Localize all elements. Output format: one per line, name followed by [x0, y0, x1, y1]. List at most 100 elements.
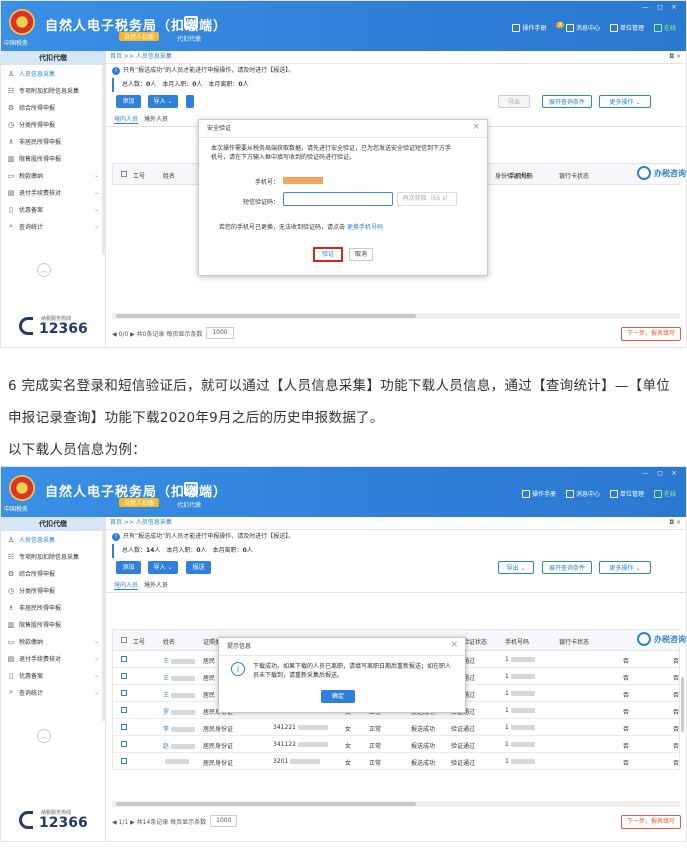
sidebar-item[interactable]: ♙ 人员信息采集 [1, 531, 105, 548]
help-link[interactable]: 操作手册 [521, 489, 556, 498]
sidebar-item[interactable]: ▯ 优惠备案 ⌄ [1, 201, 105, 218]
col-header-phone[interactable]: 手机号码 [505, 637, 529, 646]
add-button[interactable]: 添加 [116, 561, 141, 574]
consult-button[interactable]: 办税咨询 [637, 165, 686, 181]
window-controls[interactable]: — ◻ × [642, 469, 680, 477]
row-checkbox[interactable] [121, 673, 127, 681]
cancel-button[interactable]: 取消 [349, 248, 373, 261]
change-phone-link[interactable]: 更换手机号码 [347, 224, 383, 231]
sidebar-item[interactable]: ☷ 专项附加扣除信息采集 [1, 82, 105, 99]
help-link[interactable]: 操作手册 [512, 23, 546, 32]
sidebar-scroll-up-icon[interactable]: ︿ [37, 729, 51, 743]
row-checkbox[interactable] [121, 724, 127, 732]
messages-link[interactable]: 2 消息中心 [556, 21, 600, 32]
vertical-scrollbar[interactable] [681, 677, 684, 732]
ok-button[interactable]: 确定 [321, 690, 355, 703]
sidebar-item[interactable]: ▥ 限售股所得申报 [1, 616, 105, 633]
sidebar-item[interactable]: ▭ 税款缴纳 ⌄ [1, 633, 105, 650]
unit-management-link[interactable]: 单位管理 [609, 23, 644, 32]
sidebar-scroll-up-icon[interactable]: ︿ [37, 263, 51, 277]
cell-name[interactable]: 赵 [163, 741, 196, 750]
sidebar-item[interactable]: ♗ 非居民所得申报 [1, 133, 105, 150]
page-size-input[interactable]: 1000 [210, 815, 238, 827]
sidebar-item[interactable]: ☷ 专项附加扣除信息采集 [1, 548, 105, 565]
messages-link[interactable]: 消息中心 [565, 489, 600, 498]
table-row[interactable]: 居民身份证 3201 女 正常 报送成功 验证通过 1 否 否 [112, 753, 680, 770]
unit-management-link[interactable]: 单位管理 [609, 489, 644, 498]
breadcrumb-text[interactable]: 首页 >> 人员信息采集 [110, 519, 172, 526]
col-header-bankcard[interactable]: 银行卡状态 [559, 637, 589, 646]
import-button[interactable]: 导入 ⌄ [148, 95, 178, 108]
next-step-button[interactable]: 下一步，报表填写 [620, 327, 681, 341]
export-button[interactable]: 导出 ⌄ [498, 561, 534, 574]
close-icon[interactable]: × [472, 122, 480, 132]
report-button[interactable] [186, 95, 194, 108]
cell-name[interactable]: 王 [163, 656, 196, 665]
select-all-checkbox[interactable] [121, 637, 127, 645]
sidebar-item[interactable]: ⚙ 综合所得申报 [1, 99, 105, 116]
tab-controls[interactable]: ◘ × [669, 51, 681, 63]
resend-code-button[interactable]: 再次获取（55 s） [397, 192, 457, 206]
cell-name[interactable] [163, 758, 189, 765]
online-status[interactable]: 在线 [653, 23, 676, 32]
cell-name[interactable]: 王 [163, 690, 196, 699]
col-header-name[interactable]: 姓名 [163, 171, 175, 180]
sidebar-item[interactable]: ⌕ 查询统计 ⌄ [1, 684, 105, 701]
cell-name[interactable]: 李 [163, 724, 196, 733]
sidebar-item[interactable]: ◷ 分类所得申报 [1, 116, 105, 133]
table-row[interactable]: 李 居民身份证 341221 女 正常 报送成功 验证通过 1 否 否 [112, 719, 680, 736]
sidebar-item[interactable]: ▤ 退付手续费核对 ⌄ [1, 650, 105, 667]
horizontal-scrollbar[interactable] [112, 801, 680, 807]
sms-code-input[interactable] [283, 192, 393, 206]
more-ops-button[interactable]: 更多操作 ⌄ [599, 95, 651, 108]
close-icon[interactable]: × [450, 640, 458, 650]
tab-domestic[interactable]: 境内人员 [114, 114, 139, 124]
online-status[interactable]: 在线 [653, 489, 676, 498]
sidebar-scrollbar[interactable] [102, 531, 105, 721]
col-header-id[interactable]: 工号 [133, 637, 145, 646]
page-size-input[interactable]: 1000 [206, 327, 234, 339]
select-all-checkbox[interactable] [121, 171, 127, 179]
row-checkbox[interactable] [121, 707, 127, 715]
row-checkbox[interactable] [121, 690, 127, 698]
sidebar-item[interactable]: ◷ 分类所得申报 [1, 582, 105, 599]
cell-name[interactable]: 罗 [163, 707, 196, 716]
sidebar-item[interactable]: ♗ 非居民所得申报 [1, 599, 105, 616]
expand-query-button[interactable]: 展开查询条件 [542, 95, 592, 108]
sidebar-item[interactable]: ▥ 限售股所得申报 [1, 150, 105, 167]
sidebar-item[interactable]: ▤ 退付手续费核对 ⌄ [1, 184, 105, 201]
row-checkbox[interactable] [121, 741, 127, 749]
sidebar-item[interactable]: ▯ 优惠备案 ⌄ [1, 667, 105, 684]
import-button[interactable]: 导入 ⌄ [148, 561, 178, 574]
sidebar-item[interactable]: ⚙ 综合所得申报 [1, 565, 105, 582]
tab-foreign[interactable]: 境外人员 [144, 580, 168, 589]
sidebar-item[interactable]: ▭ 税款缴纳 ⌄ [1, 167, 105, 184]
sidebar-item[interactable]: ♙ 人员信息采集 [1, 65, 105, 82]
row-checkbox[interactable] [121, 758, 127, 766]
sidebar-scrollbar[interactable] [102, 65, 105, 255]
col-header-phone[interactable]: 手机号码 [509, 171, 533, 180]
window-controls[interactable]: — ◻ × [642, 3, 680, 11]
horizontal-scrollbar[interactable] [112, 313, 680, 319]
add-button[interactable]: 添加 [116, 95, 141, 108]
more-ops-button[interactable]: 更多操作 ⌄ [599, 561, 651, 574]
col-header-bankcard[interactable]: 银行卡状态 [559, 171, 589, 180]
col-header-name[interactable]: 姓名 [163, 637, 175, 646]
verify-button[interactable]: 验证 [313, 247, 343, 262]
table-row[interactable]: 赵 居民身份证 341122 女 正常 报送成功 验证通过 1 否 否 [112, 736, 680, 753]
col-header-id[interactable]: 工号 [133, 171, 145, 180]
export-button[interactable]: 导出 [498, 95, 530, 108]
consult-button[interactable]: 办税咨询 [637, 631, 686, 647]
tab-domestic[interactable]: 境内人员 [114, 580, 139, 590]
sidebar-item[interactable]: ⌕ 查询统计 ⌄ [1, 218, 105, 235]
org-name[interactable]: 代扣代缴 [177, 34, 201, 43]
tab-foreign[interactable]: 境外人员 [144, 114, 168, 123]
next-step-button[interactable]: 下一步，报表填写 [620, 815, 681, 829]
org-name[interactable]: 代扣代缴 [177, 500, 201, 509]
building-icon[interactable] [184, 482, 198, 495]
expand-query-button[interactable]: 展开查询条件 [542, 561, 592, 574]
breadcrumb-text[interactable]: 首页 >> 人员信息采集 [110, 53, 172, 60]
building-icon[interactable] [184, 16, 198, 29]
cell-name[interactable]: 王 [163, 673, 196, 682]
tab-controls[interactable]: ◘ × [669, 517, 681, 529]
